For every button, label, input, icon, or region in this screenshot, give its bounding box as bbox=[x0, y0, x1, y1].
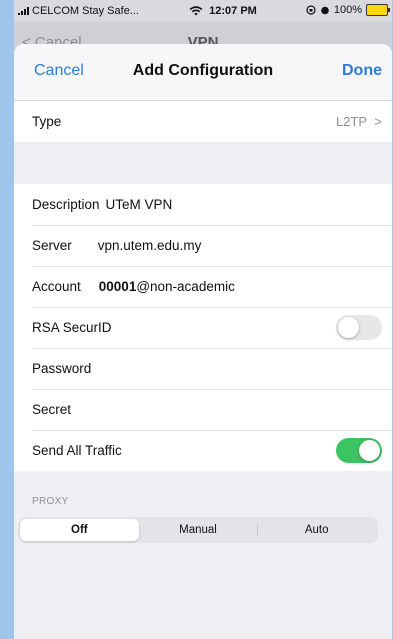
password-row[interactable]: Password bbox=[14, 348, 392, 389]
server-row: Server vpn.utem.edu.my bbox=[14, 225, 392, 266]
server-input[interactable]: vpn.utem.edu.my bbox=[98, 238, 202, 253]
description-input[interactable]: UTeM VPN bbox=[106, 197, 173, 212]
type-label: Type bbox=[32, 114, 62, 129]
add-configuration-sheet: Cancel Add Configuration Done Type L2TP … bbox=[14, 44, 392, 639]
type-value-text: L2TP bbox=[335, 114, 367, 129]
send-all-traffic-row: Send All Traffic bbox=[14, 430, 392, 471]
battery-percent: 100% bbox=[333, 4, 362, 16]
done-button[interactable]: Done bbox=[342, 62, 382, 80]
fields-group: Description UTeM VPN Server vpn.utem.edu… bbox=[14, 184, 392, 471]
send-all-traffic-label: Send All Traffic bbox=[32, 443, 122, 458]
nav-bar: Cancel Add Configuration Done bbox=[14, 44, 392, 101]
description-row: Description UTeM VPN bbox=[14, 184, 392, 225]
rsa-securid-toggle[interactable] bbox=[336, 315, 382, 340]
wifi-icon bbox=[189, 6, 203, 16]
proxy-section-header: PROXY bbox=[14, 471, 392, 511]
password-label: Password bbox=[32, 361, 92, 376]
description-label: Description bbox=[32, 197, 100, 212]
phone-screen: CELCOM Stay Safe... 12:07 PM 100% < Canc… bbox=[14, 0, 392, 639]
proxy-option-auto[interactable]: Auto bbox=[257, 519, 376, 541]
type-row[interactable]: Type L2TP > bbox=[14, 101, 392, 142]
account-input[interactable]: 00001@non-academic bbox=[99, 279, 235, 294]
status-time: 12:07 PM bbox=[209, 5, 257, 17]
proxy-option-manual[interactable]: Manual bbox=[139, 519, 258, 541]
status-right: 100% bbox=[306, 4, 390, 16]
chevron-right-icon: > bbox=[374, 114, 382, 129]
secret-row[interactable]: Secret bbox=[14, 389, 392, 430]
type-group: Type L2TP > bbox=[14, 101, 392, 142]
secret-label: Secret bbox=[32, 402, 72, 417]
alarm-icon bbox=[321, 6, 329, 15]
page-title: Add Configuration bbox=[132, 62, 274, 79]
send-all-traffic-toggle[interactable] bbox=[336, 438, 382, 463]
battery-icon bbox=[366, 4, 390, 16]
toggle-knob bbox=[359, 440, 380, 461]
status-bar: CELCOM Stay Safe... 12:07 PM 100% bbox=[14, 0, 392, 22]
toggle-knob bbox=[338, 317, 359, 338]
account-id: 00001 bbox=[98, 279, 137, 294]
rsa-securid-label: RSA SecurID bbox=[32, 320, 112, 335]
rsa-securid-row: RSA SecurID bbox=[14, 307, 392, 348]
rotation-lock-icon bbox=[306, 5, 316, 15]
account-domain: @non-academic bbox=[136, 279, 235, 294]
proxy-option-off[interactable]: Off bbox=[20, 519, 139, 541]
account-label: Account bbox=[32, 279, 81, 294]
server-label: Server bbox=[32, 238, 72, 253]
proxy-segmented-control: Off Manual Auto bbox=[18, 517, 378, 543]
type-value: L2TP > bbox=[336, 114, 382, 129]
account-row: Account 00001@non-academic bbox=[14, 266, 392, 307]
proxy-header-label: PROXY bbox=[32, 496, 69, 507]
